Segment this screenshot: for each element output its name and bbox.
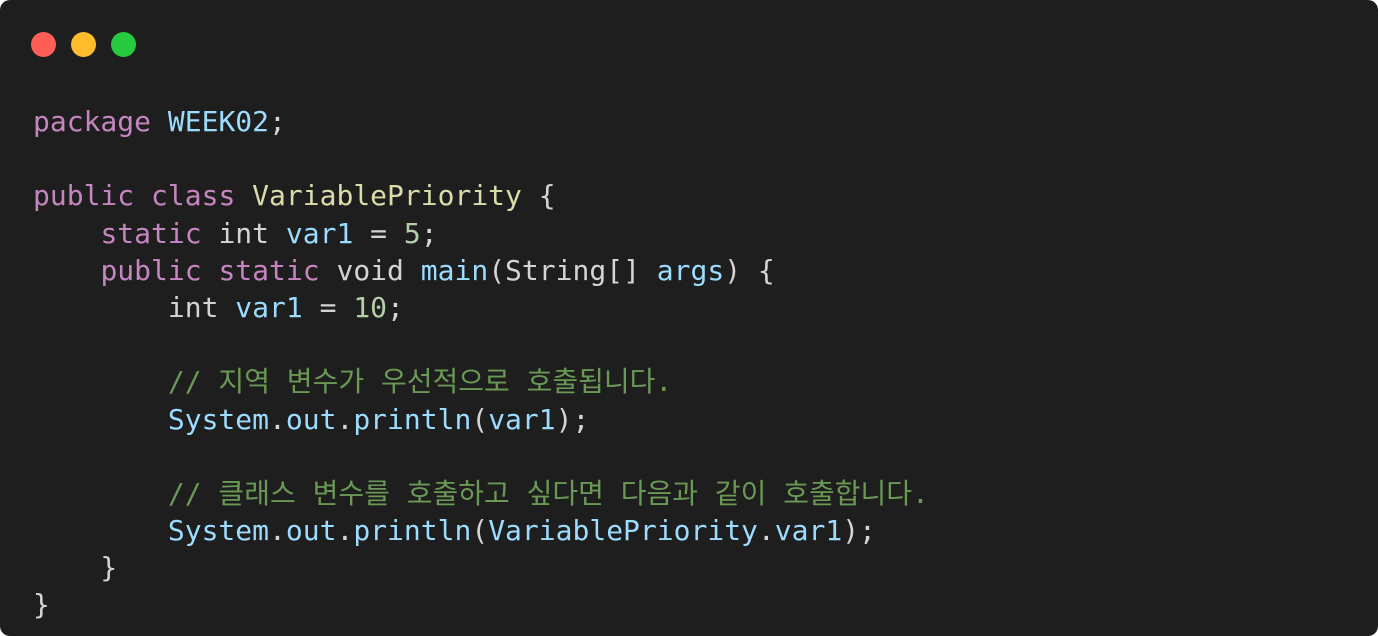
code-token: ; (269, 105, 286, 138)
code-token: 5 (403, 216, 421, 250)
close-dot-icon[interactable] (31, 32, 56, 57)
code-token: println (353, 402, 472, 436)
code-token: int (167, 290, 219, 324)
code-token: = (302, 290, 354, 324)
code-token: out (285, 402, 337, 436)
code-block: package WEEK02; public class VariablePri… (33, 103, 929, 624)
code-line: } (33, 549, 929, 586)
code-token: public (33, 179, 135, 213)
code-token: ; (387, 290, 404, 324)
code-token: ( (471, 402, 489, 436)
code-token: WEEK02 (167, 105, 270, 138)
code-token: args (656, 253, 725, 287)
code-token: . (269, 514, 286, 548)
minimize-dot-icon[interactable] (71, 32, 96, 57)
code-token: package (33, 105, 152, 138)
code-token: static (100, 216, 202, 250)
code-token: main (420, 253, 489, 287)
code-token: void (336, 253, 404, 287)
code-token: ); (555, 402, 590, 436)
code-token: println (353, 514, 472, 548)
code-token: class (151, 179, 236, 213)
code-window: package WEEK02; public class VariablePri… (0, 0, 1378, 636)
code-token: . (336, 514, 354, 548)
code-token: VariablePriority (488, 514, 758, 548)
code-token: static (218, 253, 320, 287)
code-token: VariablePriority (252, 179, 522, 213)
code-token: ); (842, 514, 876, 548)
code-line: } (33, 586, 929, 623)
code-token: var1 (488, 402, 556, 436)
code-token: out (285, 514, 337, 548)
maximize-dot-icon[interactable] (111, 32, 136, 57)
code-line: package WEEK02; (33, 103, 929, 140)
code-token: } (33, 551, 118, 585)
code-token: { (521, 179, 556, 213)
code-line: // 지역 변수가 우선적으로 호출됩니다. (33, 363, 929, 400)
code-line: System.out.println(VariablePriority.var1… (33, 512, 929, 549)
code-line: // 클래스 변수를 호출하고 싶다면 다음과 같이 호출합니다. (33, 475, 929, 512)
code-token: ) { (724, 253, 775, 287)
code-token: int (218, 216, 270, 250)
code-token: (String[] (488, 253, 657, 287)
code-token: ; (420, 216, 438, 250)
code-token: = (353, 216, 404, 250)
code-token: var1 (285, 216, 354, 250)
code-token: . (336, 402, 354, 436)
code-token: // 클래스 변수를 호출하고 싶다면 다음과 같이 호출합니다. (167, 476, 929, 510)
code-token: ( (471, 514, 489, 548)
code-token: var1 (774, 514, 843, 548)
code-token: System (167, 402, 270, 436)
code-token: System (167, 514, 270, 548)
code-line: public class VariablePriority { (33, 177, 929, 214)
code-token: . (757, 514, 775, 548)
code-line: int var1 = 10; (33, 289, 929, 326)
code-token: . (269, 402, 286, 436)
code-line: System.out.println(var1); (33, 401, 929, 438)
window-controls (31, 32, 136, 57)
code-token: // 지역 변수가 우선적으로 호출됩니다. (167, 365, 673, 399)
code-token: } (33, 588, 50, 622)
code-token: public (100, 253, 202, 287)
code-line: static int var1 = 5; (33, 215, 929, 252)
code-token: var1 (235, 290, 303, 324)
code-line: public static void main(String[] args) { (33, 252, 929, 289)
code-token: 10 (353, 290, 388, 324)
